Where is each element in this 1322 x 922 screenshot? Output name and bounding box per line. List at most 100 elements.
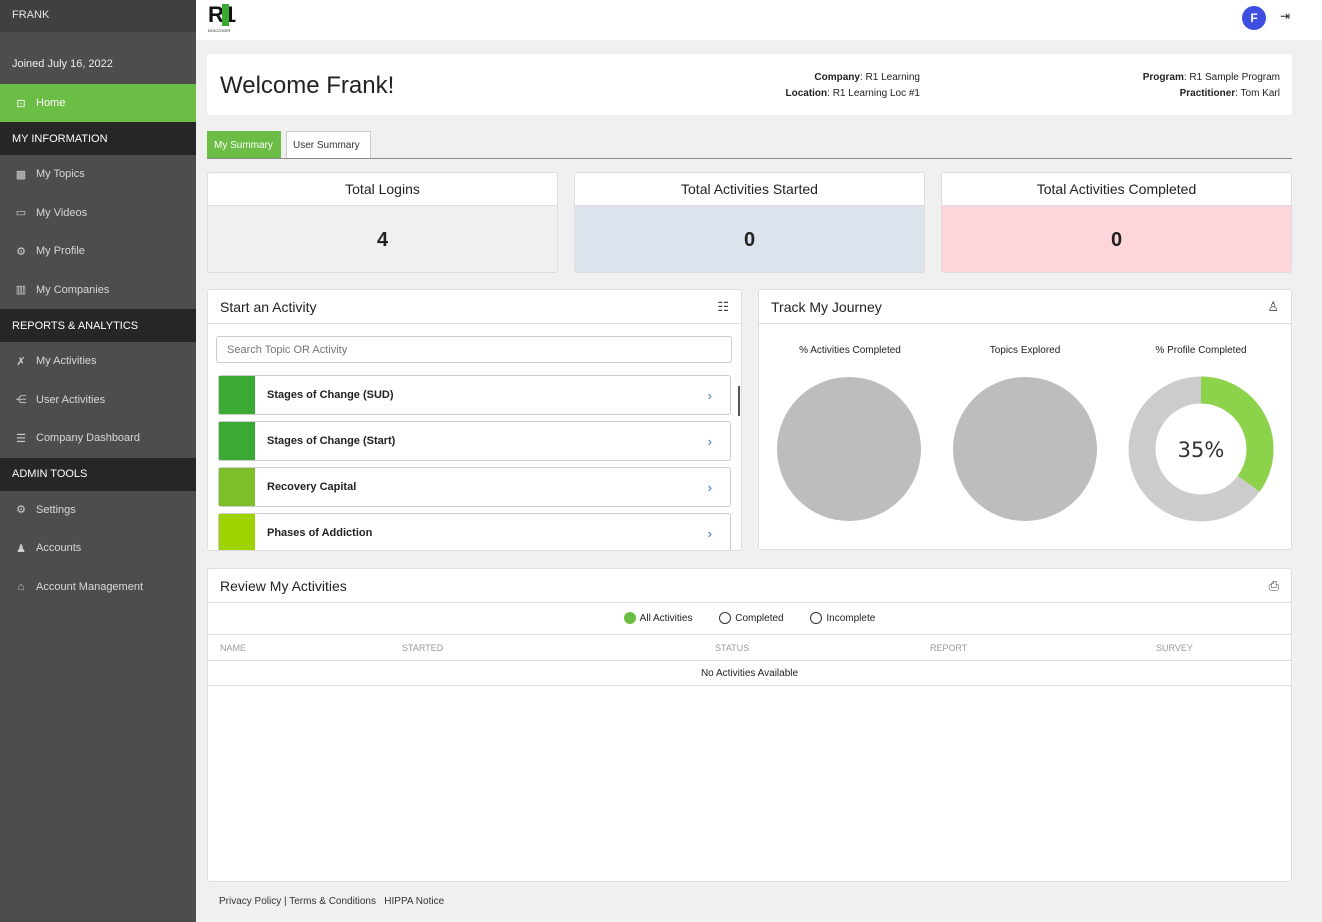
- tab-user-summary[interactable]: User Summary: [286, 131, 371, 158]
- sidebar-item-label: Settings: [36, 503, 76, 516]
- building-icon: ▥: [15, 284, 27, 297]
- user-avatar[interactable]: F: [1242, 6, 1266, 30]
- page-title: Welcome Frank!: [220, 72, 395, 99]
- stat-title: Total Activities Completed: [942, 173, 1291, 206]
- column-header[interactable]: STATUS: [715, 643, 749, 653]
- activity-color-swatch: [219, 514, 255, 550]
- network-icon: ⋲: [15, 394, 27, 407]
- sidebar: FRANK Joined July 16, 2022 ⊡ Home MY INF…: [0, 0, 196, 922]
- privacy-policy-link[interactable]: Privacy Policy: [219, 896, 281, 907]
- column-header[interactable]: NAME: [220, 643, 246, 653]
- sidebar-item-label: My Profile: [36, 245, 85, 258]
- sidebar-item-label: User Activities: [36, 393, 106, 406]
- sidebar-username: FRANK: [0, 0, 196, 32]
- sidebar-item-my-videos[interactable]: ▭ My Videos: [0, 194, 196, 233]
- activity-name: Recovery Capital: [267, 481, 357, 493]
- topics-explored-pie: [953, 377, 1097, 521]
- search-input[interactable]: [216, 336, 732, 363]
- top-bar: R1 DISCOVER F ⇥: [196, 0, 1322, 40]
- program-value: : R1 Sample Program: [1183, 72, 1280, 83]
- sidebar-joined-date: Joined July 16, 2022: [12, 58, 113, 70]
- sidebar-item-settings[interactable]: ⚙ Settings: [0, 491, 196, 530]
- filter-completed[interactable]: Completed: [719, 612, 784, 624]
- filter-label: Completed: [735, 612, 784, 624]
- settings-icon: ⚙: [16, 504, 26, 517]
- sidebar-item-label: Home: [36, 97, 66, 109]
- activity-item[interactable]: Stages of Change (Start) ›: [218, 421, 731, 461]
- column-header[interactable]: STARTED: [402, 643, 443, 653]
- sidebar-item-my-topics[interactable]: ▩ My Topics: [0, 155, 196, 194]
- sidebar-item-label: My Activities: [36, 355, 97, 368]
- sidebar-item-my-companies[interactable]: ▥ My Companies: [0, 271, 196, 310]
- activity-item[interactable]: Phases of Addiction ›: [218, 513, 731, 550]
- panel-header: Track My Journey ♙: [759, 290, 1291, 324]
- sidebar-section-admin: ADMIN TOOLS: [0, 457, 196, 491]
- chevron-right-icon: ›: [707, 434, 712, 449]
- sidebar-item-my-profile[interactable]: ⚙ My Profile: [0, 232, 196, 271]
- summary-tabs: My Summary User Summary: [207, 131, 1292, 159]
- sidebar-section-my-information: MY INFORMATION: [0, 122, 196, 155]
- user-profile-icon[interactable]: ♙: [1267, 299, 1279, 315]
- activity-item[interactable]: Stages of Change (SUD) ›: [218, 375, 731, 415]
- filter-incomplete[interactable]: Incomplete: [810, 612, 875, 624]
- export-document-icon[interactable]: ⎙: [1269, 578, 1279, 594]
- activities-completed-pie: [777, 377, 921, 521]
- r1-logo[interactable]: R1 DISCOVER: [208, 4, 236, 34]
- sidebar-item-label: My Companies: [36, 283, 110, 296]
- company-location-info: Company: R1 Learning Location: R1 Learni…: [785, 70, 920, 102]
- stat-card-total-logins: Total Logins 4: [207, 172, 558, 273]
- sidebar-item-label: Accounts: [36, 542, 82, 555]
- sidebar-item-accounts[interactable]: ♟ Accounts: [0, 529, 196, 568]
- company-label: Company: [814, 72, 860, 83]
- logo-bar-icon: [222, 4, 229, 26]
- activities-table-header: NAME STARTED STATUS REPORT SURVEY: [208, 634, 1291, 661]
- stat-value: 4: [208, 206, 557, 272]
- sidebar-item-account-management[interactable]: ⌂ Account Management: [0, 568, 196, 607]
- logout-icon[interactable]: ⇥: [1280, 9, 1290, 23]
- chevron-right-icon: ›: [707, 526, 712, 541]
- sidebar-item-user-activities[interactable]: ⋲ User Activities: [0, 381, 196, 420]
- running-person-icon: ✗: [16, 355, 26, 368]
- list-icon: ☰: [16, 432, 26, 445]
- radio-selected-icon: [623, 612, 636, 624]
- activity-color-swatch: [219, 422, 255, 460]
- review-activities-panel: Review My Activities ⎙ All Activities Co…: [207, 568, 1292, 882]
- stat-card-activities-completed: Total Activities Completed 0: [941, 172, 1292, 273]
- company-value: : R1 Learning: [859, 72, 920, 83]
- sidebar-item-company-dashboard[interactable]: ☰ Company Dashboard: [0, 419, 196, 458]
- chevron-right-icon: ›: [707, 480, 712, 495]
- activity-name: Stages of Change (SUD): [267, 389, 394, 401]
- hippa-notice-link[interactable]: HIPPA Notice: [384, 896, 444, 907]
- column-header[interactable]: REPORT: [930, 643, 967, 653]
- filter-label: Incomplete: [826, 612, 876, 624]
- program-label: Program: [1142, 72, 1184, 83]
- tab-my-summary[interactable]: My Summary: [207, 131, 281, 158]
- footer: Privacy Policy | Terms & Conditions HIPP…: [219, 896, 444, 907]
- activity-name: Phases of Addiction: [267, 527, 373, 539]
- activity-name: Stages of Change (Start): [267, 435, 396, 447]
- filter-all-activities[interactable]: All Activities: [623, 612, 693, 624]
- footer-separator: |: [284, 896, 287, 907]
- empty-table-message: No Activities Available: [208, 661, 1291, 686]
- sidebar-item-my-activities[interactable]: ✗ My Activities: [0, 342, 196, 381]
- sidebar-item-home[interactable]: ⊡ Home: [0, 84, 196, 122]
- activity-list-scrollbar[interactable]: [738, 386, 740, 416]
- track-journey-panel: Track My Journey ♙ % Activities Complete…: [758, 289, 1292, 550]
- list-view-icon[interactable]: ☷: [717, 299, 729, 315]
- sidebar-item-label: My Videos: [36, 206, 88, 219]
- sidebar-item-label: Account Management: [36, 580, 144, 593]
- panel-title: Track My Journey: [771, 298, 882, 315]
- stat-value: 0: [575, 206, 924, 272]
- terms-link[interactable]: Terms & Conditions: [289, 896, 376, 907]
- image-icon: ▩: [15, 168, 27, 181]
- column-header[interactable]: SURVEY: [1156, 643, 1193, 653]
- radio-icon: [810, 612, 823, 624]
- activity-color-swatch: [219, 376, 255, 414]
- activity-item[interactable]: Recovery Capital ›: [218, 467, 731, 507]
- panel-header: Start an Activity ☷: [208, 290, 741, 324]
- logo-subtext: DISCOVER: [208, 28, 231, 33]
- filter-label: All Activities: [639, 612, 693, 624]
- panel-title: Review My Activities: [220, 577, 347, 594]
- location-value: : R1 Learning Loc #1: [827, 88, 920, 99]
- practitioner-value: : Tom Karl: [1235, 88, 1280, 99]
